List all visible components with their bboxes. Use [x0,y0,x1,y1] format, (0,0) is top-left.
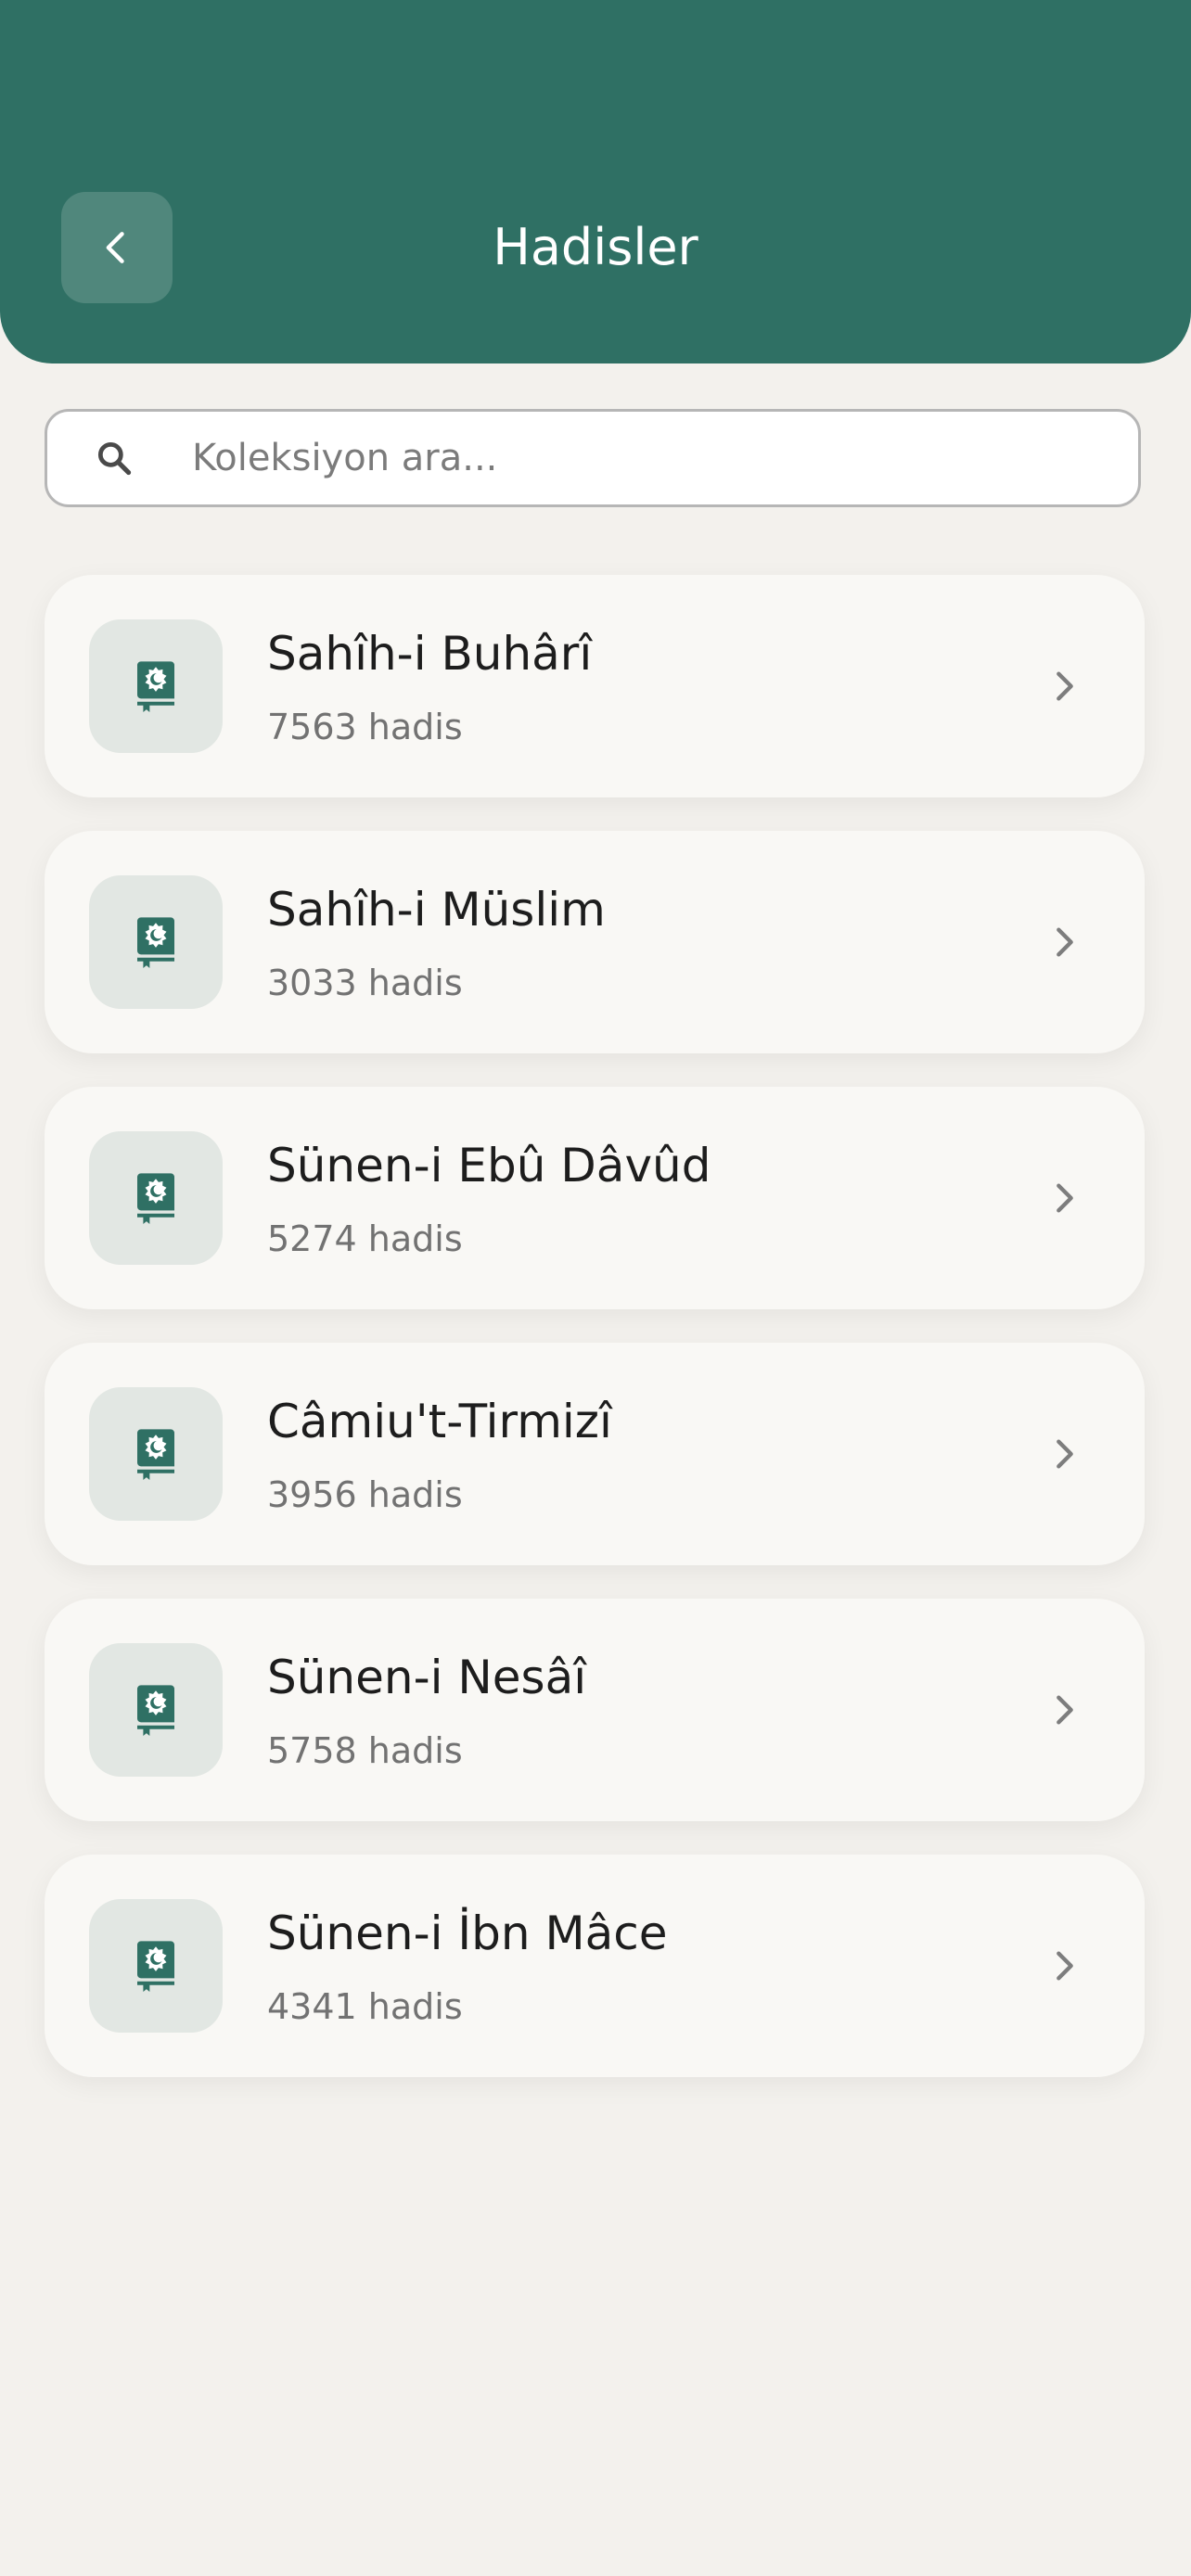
collection-list: Sahîh-i Buhârî 7563 hadis Sahîh-i Müslim… [45,575,1146,2111]
collection-card-ibn-mace[interactable]: Sünen-i İbn Mâce 4341 hadis [45,1855,1145,2077]
app-header: Hadisler [0,0,1191,363]
chevron-right-icon [1057,1951,1073,1981]
collection-count: 5758 hadis [267,1730,463,1771]
collection-count: 3033 hadis [267,963,463,1003]
collection-title: Câmiu't-Tirmizî [267,1395,612,1448]
collection-card-buhari[interactable]: Sahîh-i Buhârî 7563 hadis [45,575,1145,797]
collection-icon-container [89,875,223,1009]
collection-title: Sünen-i İbn Mâce [267,1906,668,1960]
chevron-right-icon [1057,1439,1073,1469]
collection-card-nesai[interactable]: Sünen-i Nesâî 5758 hadis [45,1599,1145,1821]
search-icon [97,441,132,476]
chevron-right-icon [1057,1695,1073,1725]
collection-icon-container [89,1387,223,1521]
quran-book-icon [137,1173,174,1224]
quran-book-icon [137,917,174,968]
collection-title: Sünen-i Nesâî [267,1651,587,1704]
collection-card-muslim[interactable]: Sahîh-i Müslim 3033 hadis [45,831,1145,1053]
collection-title: Sahîh-i Buhârî [267,627,593,681]
search-input[interactable] [192,412,1101,504]
quran-book-icon [137,1941,174,1992]
collection-icon-container [89,619,223,753]
chevron-right-icon [1057,927,1073,957]
collection-count: 4341 hadis [267,1986,463,2027]
collection-count: 3956 hadis [267,1474,463,1515]
collection-count: 5274 hadis [267,1218,463,1259]
collection-icon-container [89,1643,223,1777]
collection-title: Sünen-i Ebû Dâvûd [267,1139,711,1192]
quran-book-icon [137,1685,174,1736]
collection-title: Sahîh-i Müslim [267,883,606,937]
collection-count: 7563 hadis [267,707,463,747]
chevron-right-icon [1057,1183,1073,1213]
collection-icon-container [89,1131,223,1265]
quran-book-icon [137,1429,174,1480]
collection-card-tirmizi[interactable]: Câmiu't-Tirmizî 3956 hadis [45,1343,1145,1565]
collection-card-ebu-davud[interactable]: Sünen-i Ebû Dâvûd 5274 hadis [45,1087,1145,1309]
quran-book-icon [137,661,174,712]
collection-icon-container [89,1899,223,2033]
search-bar[interactable] [45,409,1141,507]
chevron-right-icon [1057,671,1073,701]
page-title: Hadisler [493,218,698,276]
